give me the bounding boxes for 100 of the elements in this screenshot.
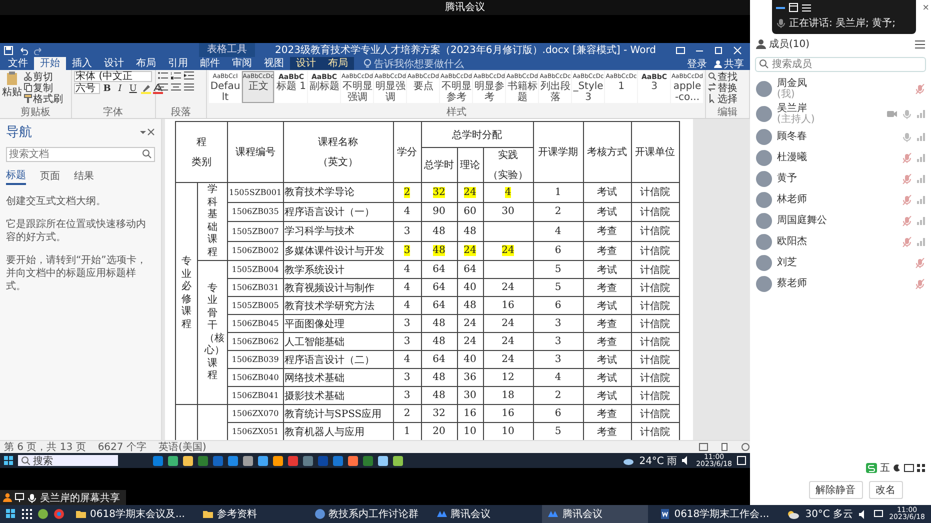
taskbar-button[interactable]: 腾讯会议 bbox=[430, 505, 536, 523]
member-row[interactable]: 吴兰岸 (主持人) bbox=[750, 101, 931, 126]
find-button[interactable]: 查找 bbox=[708, 71, 738, 82]
weather-text: 30°C 多云 bbox=[805, 508, 854, 521]
search-field[interactable]: 搜索成员 bbox=[755, 57, 926, 72]
replace-button[interactable]: 替换 bbox=[708, 82, 738, 93]
avatar bbox=[756, 128, 772, 144]
cut-button[interactable]: 剪切 bbox=[24, 71, 63, 82]
member-row[interactable]: 顾冬春 bbox=[750, 126, 931, 147]
table-cell: 1506ZX051 bbox=[232, 427, 279, 436]
taskbar-button[interactable]: 教技系内工作讨论群 bbox=[308, 505, 425, 523]
ribbon-tab[interactable]: 引用 bbox=[162, 57, 194, 70]
browser-icon[interactable] bbox=[54, 509, 64, 519]
tell-me-field[interactable]: 告诉我你想要做什么 bbox=[374, 56, 464, 70]
input-method-logo-icon[interactable] bbox=[866, 463, 877, 473]
close-button[interactable]: × bbox=[922, 2, 929, 14]
pane-tab[interactable]: 标题 bbox=[6, 168, 26, 185]
highlighter-icon[interactable] bbox=[140, 84, 151, 94]
header-text: （英文） bbox=[318, 156, 358, 169]
grid-icon[interactable] bbox=[917, 464, 925, 472]
format-button[interactable]: I bbox=[114, 83, 126, 94]
close-icon[interactable] bbox=[147, 128, 155, 136]
maximize-icon[interactable] bbox=[714, 46, 723, 54]
paste-button[interactable]: 粘贴 bbox=[2, 71, 22, 99]
search-icon[interactable] bbox=[142, 149, 152, 159]
table-cell: 考试 bbox=[597, 264, 618, 276]
table-cell: 计信院 bbox=[640, 206, 670, 218]
input-mode[interactable]: 五 bbox=[880, 461, 890, 475]
start-icon[interactable] bbox=[6, 509, 16, 519]
member-row[interactable]: 欧阳杰 bbox=[750, 231, 931, 252]
taskbar-button[interactable]: 0618学期末会议及... bbox=[70, 505, 191, 523]
search-field[interactable]: 搜索 bbox=[18, 455, 118, 466]
font-name-field[interactable]: 宋体 (中文正 bbox=[74, 71, 152, 82]
lightbulb-icon bbox=[364, 59, 371, 68]
search-field[interactable]: 搜索文档 bbox=[6, 147, 155, 162]
format-button[interactable]: U bbox=[128, 83, 139, 94]
ribbon-tab[interactable]: 设计 bbox=[290, 57, 322, 70]
ribbon-tab[interactable]: 插入 bbox=[66, 57, 98, 70]
member-row[interactable]: 周金凤 (我) bbox=[750, 76, 931, 101]
person-icon bbox=[3, 493, 12, 502]
table-cell: 计信院 bbox=[640, 226, 670, 238]
member-row[interactable]: 蔡老师 bbox=[750, 273, 931, 294]
table-cell: 24 bbox=[464, 318, 476, 329]
bullet-list-icon[interactable] bbox=[158, 71, 168, 80]
table-cell: 2 bbox=[554, 390, 562, 401]
ribbon-tab[interactable]: 邮件 bbox=[194, 57, 226, 70]
taskbar-button[interactable]: 参考资料 bbox=[197, 505, 303, 523]
unmute-button[interactable]: 解除静音 bbox=[808, 481, 862, 499]
ribbon-tab[interactable]: 审阅 bbox=[226, 57, 258, 70]
read-mode-icon[interactable] bbox=[699, 443, 708, 451]
table-cell: 计信院 bbox=[640, 426, 670, 438]
rename-button[interactable]: 改名 bbox=[868, 481, 902, 499]
table-cell: 计信院 bbox=[640, 354, 670, 366]
pane-tab[interactable]: 结果 bbox=[74, 168, 94, 185]
indent-icon[interactable] bbox=[184, 71, 194, 80]
share-button[interactable]: 共享 bbox=[712, 56, 750, 70]
ribbon-tab[interactable]: 文件 bbox=[2, 57, 34, 70]
windows-logo-icon[interactable] bbox=[4, 456, 13, 465]
select-button[interactable]: 选择 bbox=[708, 93, 738, 104]
ribbon-tab[interactable]: 设计 bbox=[98, 57, 130, 70]
ribbon-tab[interactable]: 布局 bbox=[130, 57, 162, 70]
taskbar-button[interactable]: 腾讯会议 bbox=[542, 505, 648, 523]
print-layout-icon[interactable] bbox=[720, 443, 729, 451]
member-row[interactable]: 刘芝 bbox=[750, 252, 931, 273]
ribbon-tab[interactable]: 视图 bbox=[258, 57, 290, 70]
numbered-list-icon[interactable] bbox=[170, 71, 181, 80]
copy-button[interactable]: 复制 bbox=[24, 82, 63, 93]
member-row[interactable]: 林老师 bbox=[750, 189, 931, 210]
header-text: 开课单位 bbox=[635, 146, 676, 159]
undo-icon[interactable] bbox=[19, 46, 28, 54]
moon-icon[interactable] bbox=[893, 464, 901, 472]
notification-icon[interactable] bbox=[737, 456, 746, 465]
ribbon-tab[interactable]: 开始 bbox=[34, 57, 66, 70]
font-color-icon[interactable] bbox=[152, 84, 163, 94]
member-row[interactable]: 杜漫曦 bbox=[750, 147, 931, 168]
network-icon[interactable] bbox=[874, 510, 884, 518]
sign-in-link[interactable]: 登录 bbox=[682, 56, 712, 70]
table-cell: 人工智能基础 bbox=[284, 336, 345, 348]
dropdown-icon[interactable] bbox=[139, 128, 147, 136]
member-row[interactable]: 黄予 bbox=[750, 168, 931, 189]
pane-tab[interactable]: 页面 bbox=[40, 168, 60, 185]
ribbon-tab[interactable]: 布局 bbox=[322, 57, 354, 70]
apps-grid-icon[interactable] bbox=[22, 509, 32, 519]
align-center-icon[interactable] bbox=[170, 83, 181, 92]
menu-icon[interactable] bbox=[915, 40, 925, 48]
member-row[interactable]: 周国庭舞公 bbox=[750, 210, 931, 231]
window-icon[interactable] bbox=[789, 3, 798, 12]
font-size-field[interactable]: 六号 bbox=[74, 83, 100, 94]
table-cell: 学习科学与技术 bbox=[284, 226, 355, 238]
app-icon[interactable] bbox=[38, 509, 48, 519]
web-layout-icon[interactable] bbox=[741, 443, 750, 451]
taskbar-button[interactable]: 0618学期末工作会... bbox=[654, 505, 776, 523]
align-left-icon[interactable] bbox=[158, 83, 168, 92]
redo-icon[interactable] bbox=[34, 46, 43, 54]
format-painter-button[interactable]: 格式刷 bbox=[24, 93, 63, 104]
save-icon[interactable] bbox=[4, 46, 13, 54]
justify-icon[interactable] bbox=[184, 83, 194, 92]
list-icon[interactable] bbox=[802, 3, 811, 12]
header-text: 学分 bbox=[397, 146, 418, 159]
format-button[interactable]: B bbox=[102, 83, 113, 94]
